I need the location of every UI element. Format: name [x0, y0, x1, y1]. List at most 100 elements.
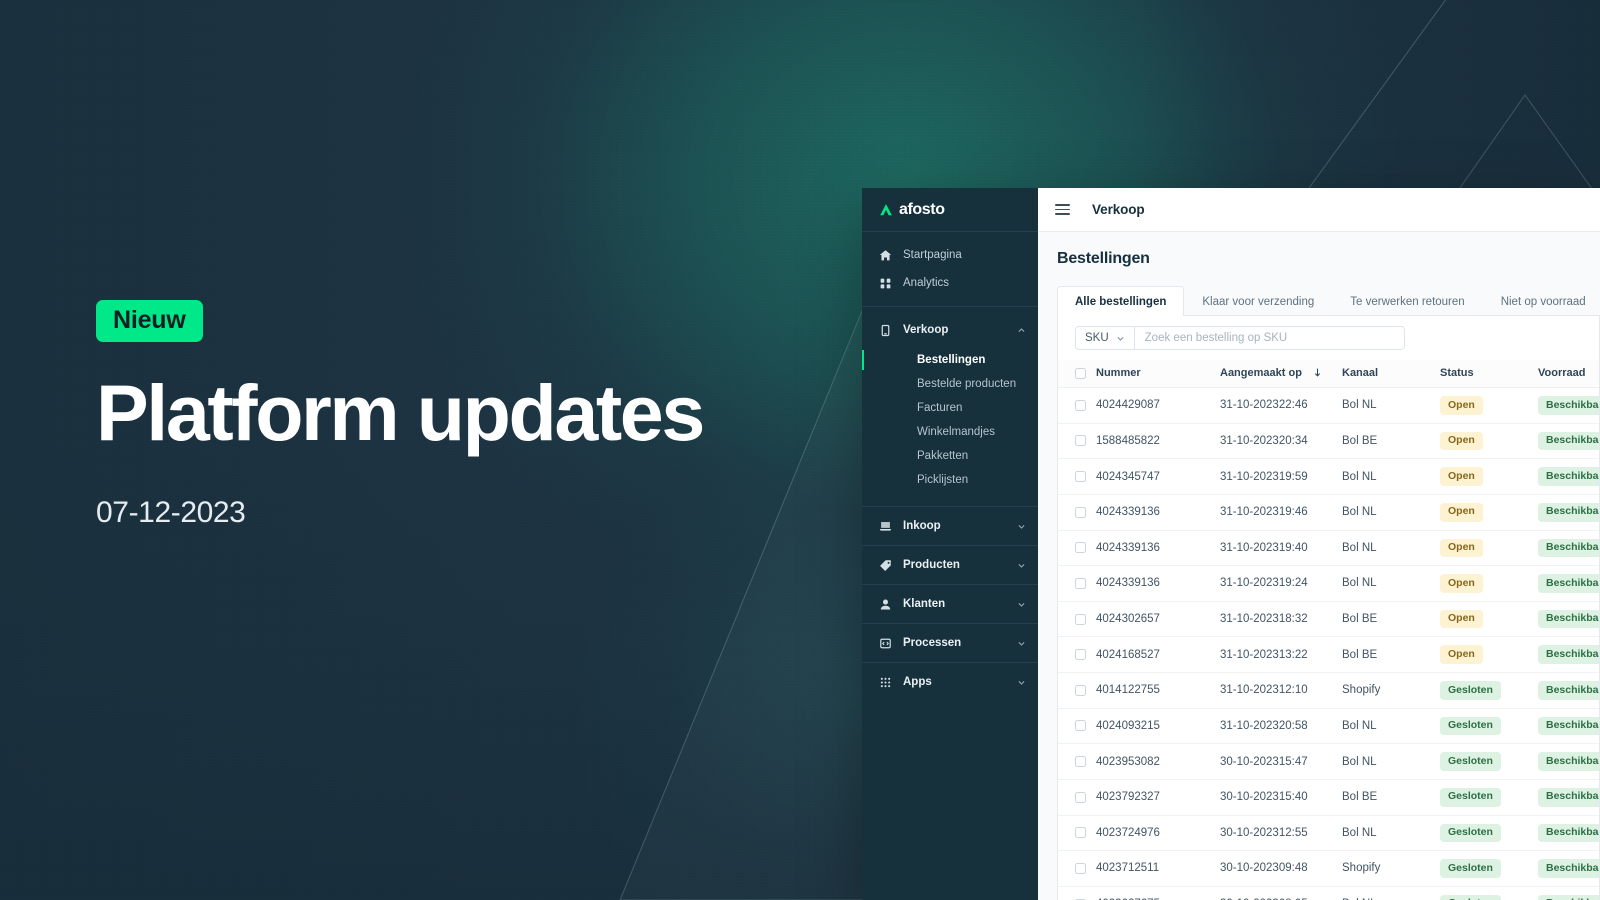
tab-niet-op-voorraad[interactable]: Niet op voorraad: [1483, 286, 1600, 316]
sidebar-item-verkoop[interactable]: Verkoop: [862, 316, 1038, 344]
sidebar-item-winkelmandjes[interactable]: Winkelmandjes: [862, 420, 1038, 444]
table-row[interactable]: 4024168527 31-10-202313:22 Bol BE Open Besch…: [1058, 636, 1599, 673]
cell-aangemaakt-op: 31-10-202318:32: [1220, 601, 1342, 638]
table-row[interactable]: 4023724976 30-10-202312:55 Bol NL Gesloten B…: [1058, 815, 1599, 852]
column-header-status[interactable]: Status: [1440, 360, 1538, 388]
sidebar-item-facturen[interactable]: Facturen: [862, 396, 1038, 420]
sidebar-item-startpagina[interactable]: Startpagina: [862, 241, 1038, 269]
table-row[interactable]: 4014122755 31-10-202312:10 Shopify Gesloten…: [1058, 672, 1599, 709]
table-header-row: Nummer Aangemaakt op Kanaal Status Voorr…: [1058, 360, 1599, 388]
row-checkbox[interactable]: [1075, 684, 1086, 696]
sidebar-item-bestelde-producten[interactable]: Bestelde producten: [862, 372, 1038, 396]
sidebar-item-producten[interactable]: Producten: [862, 551, 1038, 579]
sidebar: afosto Startpagina Analytics Verkoop Bes…: [862, 188, 1038, 900]
sidebar-item-klanten[interactable]: Klanten: [862, 590, 1038, 618]
tab-klaar-voor-verzending[interactable]: Klaar voor verzending: [1184, 286, 1332, 316]
status-badge: Open: [1440, 574, 1483, 593]
row-checkbox[interactable]: [1075, 756, 1086, 768]
row-checkbox[interactable]: [1075, 827, 1086, 839]
arrow-down-icon: [1314, 368, 1321, 377]
table-row[interactable]: 4023953082 30-10-202315:47 Bol NL Gesloten B…: [1058, 743, 1599, 780]
sidebar-item-inkoop[interactable]: Inkoop: [862, 512, 1038, 540]
chevron-up-icon[interactable]: [1017, 326, 1026, 335]
row-checkbox[interactable]: [1075, 577, 1086, 589]
status-badge: Gesloten: [1440, 681, 1501, 700]
tab-te-verwerken-retouren[interactable]: Te verwerken retouren: [1332, 286, 1482, 316]
table-row[interactable]: 4024339136 31-10-202319:24 Bol NL Open Besch…: [1058, 565, 1599, 602]
home-icon: [879, 249, 892, 262]
cell-tijd: 18:32: [1278, 613, 1308, 626]
row-checkbox[interactable]: [1075, 791, 1086, 803]
stock-badge: Beschikbaar: [1538, 431, 1599, 451]
new-badge: Nieuw: [96, 300, 203, 342]
sidebar-item-apps[interactable]: Apps: [862, 668, 1038, 696]
grid-icon: [879, 676, 892, 689]
row-checkbox[interactable]: [1075, 542, 1086, 554]
cell-voorraad: Beschikbaar: [1538, 708, 1599, 745]
cell-status: Gesloten: [1440, 672, 1538, 709]
row-checkbox[interactable]: [1075, 471, 1086, 483]
cell-kanaal: Bol NL: [1342, 565, 1440, 602]
row-checkbox[interactable]: [1075, 506, 1086, 518]
search-field-select[interactable]: SKU: [1076, 327, 1135, 349]
main-area: Verkoop Bestellingen Alle bestellingen K…: [1038, 188, 1600, 900]
cell-kanaal: Bol BE: [1342, 779, 1440, 816]
row-checkbox[interactable]: [1075, 399, 1086, 411]
row-checkbox[interactable]: [1075, 649, 1086, 661]
table-row[interactable]: 4023712511 30-10-202309:48 Shopify Gesloten…: [1058, 850, 1599, 887]
sidebar-item-processen[interactable]: Processen: [862, 629, 1038, 657]
sidebar-item-pakketten[interactable]: Pakketten: [862, 444, 1038, 468]
orders-table-wrapper: Nummer Aangemaakt op Kanaal Status Voorr…: [1057, 360, 1600, 900]
table-row[interactable]: 4024345747 31-10-202319:59 Bol NL Open Besch…: [1058, 458, 1599, 495]
brand-logo[interactable]: afosto: [862, 188, 1038, 232]
hamburger-icon[interactable]: [1055, 204, 1070, 215]
chevron-down-icon[interactable]: [1017, 561, 1026, 570]
cell-voorraad: Beschikbaar: [1538, 494, 1599, 531]
cell-voorraad: Beschikbaar: [1538, 636, 1599, 673]
cell-voorraad: Beschikbaar: [1538, 779, 1599, 816]
sidebar-subitem-label: Bestelde producten: [917, 378, 1017, 390]
chevron-down-icon[interactable]: [1017, 600, 1026, 609]
content-area: Bestellingen Alle bestellingen Klaar voo…: [1038, 232, 1600, 900]
status-badge: Gesloten: [1440, 752, 1501, 771]
sidebar-item-analytics[interactable]: Analytics: [862, 269, 1038, 297]
status-badge: Gesloten: [1440, 859, 1501, 878]
chevron-down-icon[interactable]: [1017, 522, 1026, 531]
stock-badge: Beschikbaar: [1538, 396, 1599, 415]
cell-status: Open: [1440, 565, 1538, 602]
row-checkbox[interactable]: [1075, 435, 1086, 447]
row-select-cell: [1058, 636, 1096, 673]
table-row[interactable]: 4024339136 31-10-202319:46 Bol NL Open Besch…: [1058, 494, 1599, 531]
cell-aangemaakt-op: 30-10-202312:55: [1220, 815, 1342, 852]
cell-datum: 31-10-2023: [1220, 684, 1279, 697]
cell-status: Open: [1440, 530, 1538, 567]
column-header-kanaal[interactable]: Kanaal: [1342, 360, 1440, 388]
cell-status: Open: [1440, 636, 1538, 673]
stock-badge: Beschikbaar: [1538, 716, 1599, 736]
row-checkbox[interactable]: [1075, 720, 1086, 732]
chevron-down-icon[interactable]: [1017, 678, 1026, 687]
table-row[interactable]: 4024093215 31-10-202320:58 Bol NL Gesloten B…: [1058, 708, 1599, 745]
row-checkbox[interactable]: [1075, 613, 1086, 625]
sidebar-item-bestellingen[interactable]: Bestellingen: [862, 348, 1038, 372]
row-checkbox[interactable]: [1075, 862, 1086, 874]
column-header-aangemaakt-op[interactable]: Aangemaakt op: [1220, 360, 1342, 388]
table-row[interactable]: 4024429087 31-10-202322:46 Bol NL Open Besch…: [1058, 387, 1599, 424]
select-all-checkbox[interactable]: [1075, 367, 1086, 379]
table-row[interactable]: 402362767530-10-202308:05Bol NLGesloten B…: [1058, 886, 1599, 900]
cell-status: Gesloten: [1440, 779, 1538, 816]
column-header-voorraad[interactable]: Voorraad: [1538, 360, 1599, 388]
table-row[interactable]: 1588485822 31-10-202320:34 Bol BE Open Besch…: [1058, 423, 1599, 460]
column-header-nummer[interactable]: Nummer: [1096, 360, 1220, 388]
table-row[interactable]: 4024339136 31-10-202319:40 Bol NL Open Besch…: [1058, 530, 1599, 567]
cell-aangemaakt-op: 31-10-202319:24: [1220, 565, 1342, 602]
table-row[interactable]: 4023792327 30-10-202315:40 Bol BE Gesloten B…: [1058, 779, 1599, 816]
table-row[interactable]: 4024302657 31-10-202318:32 Bol BE Open Besch…: [1058, 601, 1599, 638]
stock-badge: Beschikbaar: [1538, 574, 1599, 593]
search-input[interactable]: [1134, 327, 1404, 349]
sidebar-item-picklijsten[interactable]: Picklijsten: [862, 468, 1038, 492]
chevron-down-icon[interactable]: [1017, 639, 1026, 648]
cell-datum: 30-10-2023: [1220, 826, 1279, 839]
cell-voorraad: Beschikbaar: [1538, 886, 1599, 900]
tab-alle-bestellingen[interactable]: Alle bestellingen: [1057, 286, 1185, 316]
